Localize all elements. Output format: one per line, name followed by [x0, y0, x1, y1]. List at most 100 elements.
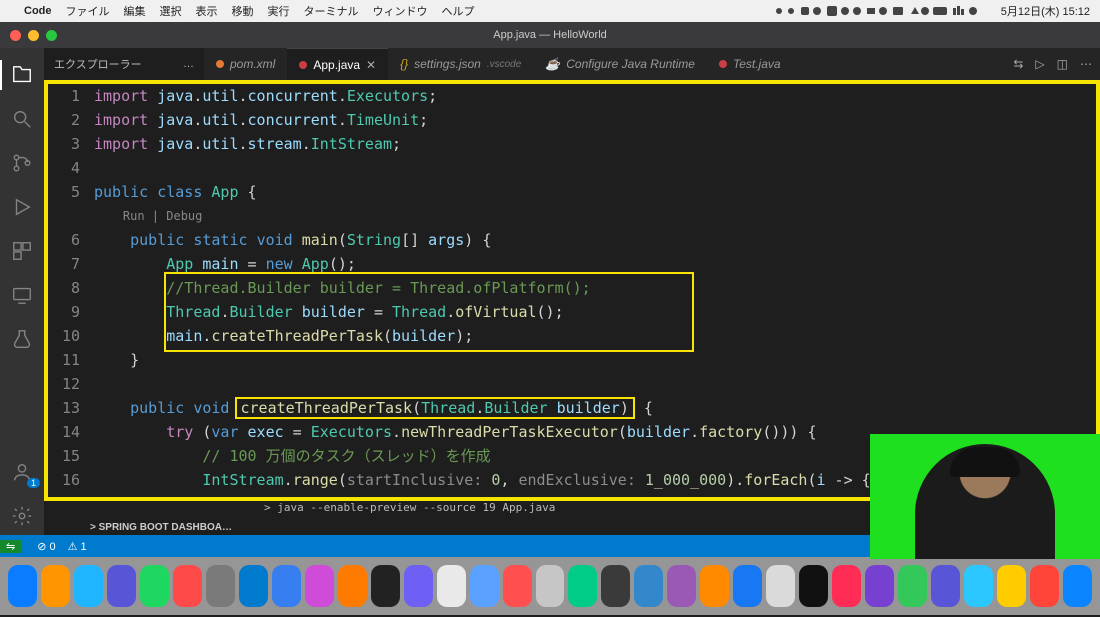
code-line-1[interactable]: 1import java.util.concurrent.Executors;: [48, 84, 1096, 108]
dock-app-23[interactable]: [766, 565, 795, 607]
menu-file[interactable]: ファイル: [66, 3, 110, 19]
dock-app-7[interactable]: [239, 565, 268, 607]
activity-scm[interactable]: [0, 144, 44, 182]
code-line-4[interactable]: 4: [48, 156, 1096, 180]
tab-label: Configure Java Runtime: [566, 57, 695, 71]
dock-app-15[interactable]: [503, 565, 532, 607]
dock-app-14[interactable]: [470, 565, 499, 607]
activity-remote[interactable]: [0, 276, 44, 314]
line-number: 16: [48, 468, 94, 492]
menu-help[interactable]: ヘルプ: [442, 3, 475, 19]
dock-app-13[interactable]: [437, 565, 466, 607]
dock-app-29[interactable]: [964, 565, 993, 607]
clock[interactable]: 5月12日(木) 15:12: [1001, 3, 1090, 19]
code-line-2[interactable]: 2import java.util.concurrent.TimeUnit;: [48, 108, 1096, 132]
dock-app-22[interactable]: [733, 565, 762, 607]
dock-app-20[interactable]: [667, 565, 696, 607]
dock-app-24[interactable]: [799, 565, 828, 607]
presenter-webcam: [870, 434, 1100, 559]
tab-settings-json[interactable]: {}settings.json .vscode: [388, 48, 533, 80]
dock-app-32[interactable]: [1063, 565, 1092, 607]
dock-app-12[interactable]: [404, 565, 433, 607]
menu-edit[interactable]: 編集: [124, 3, 146, 19]
tab-pom-xml[interactable]: pom.xml: [204, 48, 287, 80]
dock-app-17[interactable]: [568, 565, 597, 607]
editor-action-split-icon[interactable]: ◫: [1057, 57, 1068, 71]
line-number: 14: [48, 420, 94, 444]
dock-app-2[interactable]: [74, 565, 103, 607]
activity-test[interactable]: [0, 320, 44, 358]
dock-app-3[interactable]: [107, 565, 136, 607]
code-line-9[interactable]: 9 Thread.Builder builder = Thread.ofVirt…: [48, 300, 1096, 324]
tab-app-java[interactable]: App.java ✕: [287, 48, 388, 80]
dock-app-27[interactable]: [898, 565, 927, 607]
window-titlebar: App.java — HelloWorld: [0, 22, 1100, 48]
dock-app-31[interactable]: [1030, 565, 1059, 607]
line-number: 8: [48, 276, 94, 300]
activity-debug[interactable]: [0, 188, 44, 226]
dock-app-30[interactable]: [997, 565, 1026, 607]
macos-menubar: Code ファイル 編集 選択 表示 移動 実行 ターミナル ウィンドウ ヘルプ…: [0, 0, 1100, 22]
dock-app-11[interactable]: [371, 565, 400, 607]
menu-select[interactable]: 選択: [160, 3, 182, 19]
line-number: 13: [48, 396, 94, 420]
code-line-7[interactable]: 7 App main = new App();: [48, 252, 1096, 276]
status-errors[interactable]: ⊘ 0: [37, 540, 55, 553]
line-number: 6: [48, 228, 94, 252]
activity-account[interactable]: 1: [0, 453, 44, 491]
dock-app-25[interactable]: [832, 565, 861, 607]
activity-explorer[interactable]: [0, 56, 44, 94]
menu-view[interactable]: 表示: [196, 3, 218, 19]
zoom-icon[interactable]: [46, 30, 57, 41]
menu-run[interactable]: 実行: [268, 3, 290, 19]
code-line-5[interactable]: 5public class App {: [48, 180, 1096, 204]
code-line-10[interactable]: 10 main.createThreadPerTask(builder);: [48, 324, 1096, 348]
activity-search[interactable]: [0, 100, 44, 138]
code-line-8[interactable]: 8 //Thread.Builder builder = Thread.ofPl…: [48, 276, 1096, 300]
explorer-more-icon[interactable]: …: [183, 58, 194, 70]
editor-action-compare-icon[interactable]: ⇆: [1013, 57, 1023, 71]
dock-app-21[interactable]: [700, 565, 729, 607]
menu-go[interactable]: 移動: [232, 3, 254, 19]
dock-app-19[interactable]: [634, 565, 663, 607]
dock-app-6[interactable]: [206, 565, 235, 607]
dock-app-26[interactable]: [865, 565, 894, 607]
code-line-11[interactable]: 11 }: [48, 348, 1096, 372]
code-line-12[interactable]: 12: [48, 372, 1096, 396]
tab-test-java[interactable]: Test.java: [707, 48, 793, 80]
menu-window[interactable]: ウィンドウ: [373, 3, 428, 19]
dock-app-18[interactable]: [601, 565, 630, 607]
json-file-icon: {}: [400, 57, 408, 71]
activity-extensions[interactable]: [0, 232, 44, 270]
code-line-3[interactable]: 3import java.util.stream.IntStream;: [48, 132, 1096, 156]
method-signature-highlight: createThreadPerTask(Thread.Builder build…: [235, 397, 635, 419]
close-icon[interactable]: [10, 30, 21, 41]
status-warnings[interactable]: ⚠ 1: [68, 540, 87, 553]
codelens-run-debug[interactable]: Run | Debug: [94, 204, 1096, 228]
remote-indicator[interactable]: ⇋: [0, 540, 21, 553]
window-traffic-lights[interactable]: [0, 30, 57, 41]
dock-app-1[interactable]: [41, 565, 70, 607]
minimize-icon[interactable]: [28, 30, 39, 41]
tab-configure-java-runtime[interactable]: ☕Configure Java Runtime: [533, 48, 707, 80]
editor-action-run-icon[interactable]: ▷: [1035, 57, 1044, 71]
code-line-6[interactable]: 6 public static void main(String[] args)…: [48, 228, 1096, 252]
code-line-13[interactable]: 13 public void createThreadPerTask(Threa…: [48, 396, 1096, 420]
tab-close-icon[interactable]: ✕: [366, 58, 376, 72]
activity-settings[interactable]: [0, 497, 44, 535]
java-file-icon: [299, 61, 307, 69]
dock-app-0[interactable]: [8, 565, 37, 607]
dock-app-9[interactable]: [305, 565, 334, 607]
dock-app-5[interactable]: [173, 565, 202, 607]
menu-terminal[interactable]: ターミナル: [304, 3, 359, 19]
dock-app-4[interactable]: [140, 565, 169, 607]
dock-app-28[interactable]: [931, 565, 960, 607]
dock-app-10[interactable]: [338, 565, 367, 607]
menubar-status-icons[interactable]: [773, 4, 993, 18]
line-number: 9: [48, 300, 94, 324]
dock-app-16[interactable]: [536, 565, 565, 607]
dock-app-8[interactable]: [272, 565, 301, 607]
app-name[interactable]: Code: [24, 5, 52, 17]
activity-bar: 1: [0, 48, 44, 535]
editor-action-more-icon[interactable]: ⋯: [1080, 57, 1092, 71]
